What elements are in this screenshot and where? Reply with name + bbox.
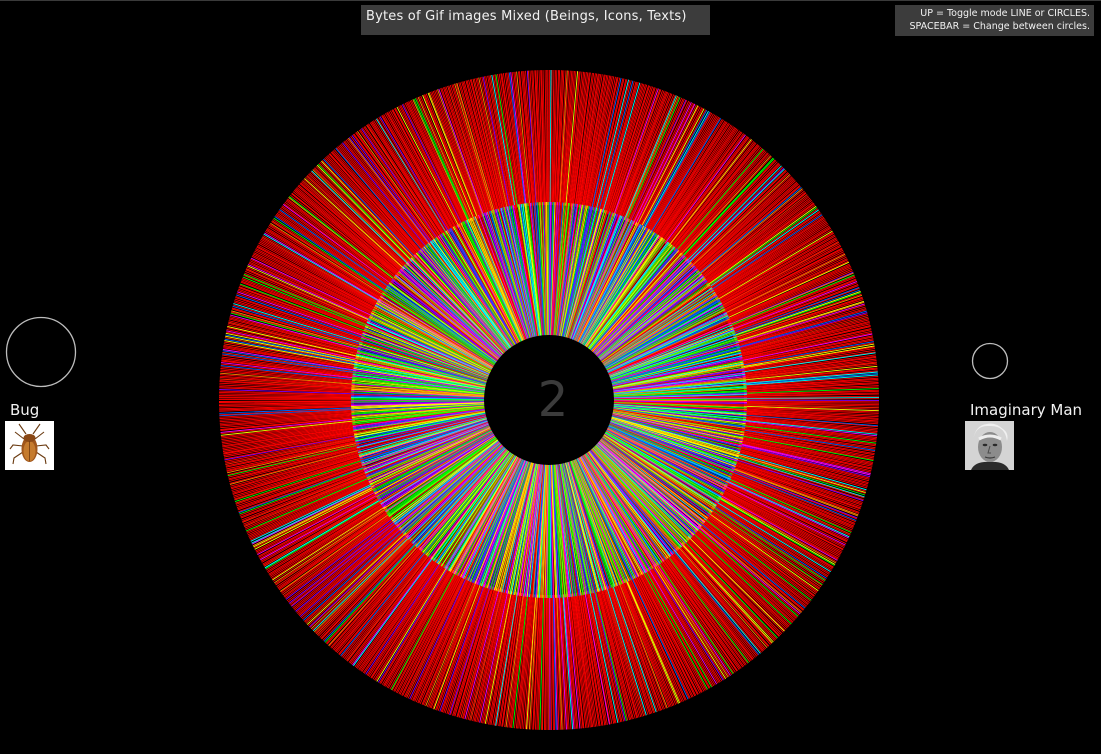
center-number: 2 — [538, 372, 569, 428]
right-item-label: Imaginary Man — [970, 401, 1083, 419]
page-title: Bytes of Gif images Mixed (Beings, Icons… — [366, 9, 687, 24]
left-selection-circle[interactable] — [5, 316, 77, 388]
help-spacebar-key: SPACEBAR = Change between circles. — [909, 21, 1090, 32]
byte-radial-visualization: 2 — [5, 69, 1009, 731]
right-selection-circle[interactable] — [971, 342, 1009, 380]
cockroach-icon[interactable] — [5, 421, 54, 470]
left-item-label: Bug — [10, 401, 40, 419]
help-panel: UP = Toggle mode LINE or CIRCLES. SPACEB… — [895, 5, 1094, 36]
title-bar: Bytes of Gif images Mixed (Beings, Icons… — [361, 5, 710, 35]
elderly-man-portrait[interactable] — [965, 421, 1014, 470]
help-up-key: UP = Toggle mode LINE or CIRCLES. — [920, 8, 1090, 19]
